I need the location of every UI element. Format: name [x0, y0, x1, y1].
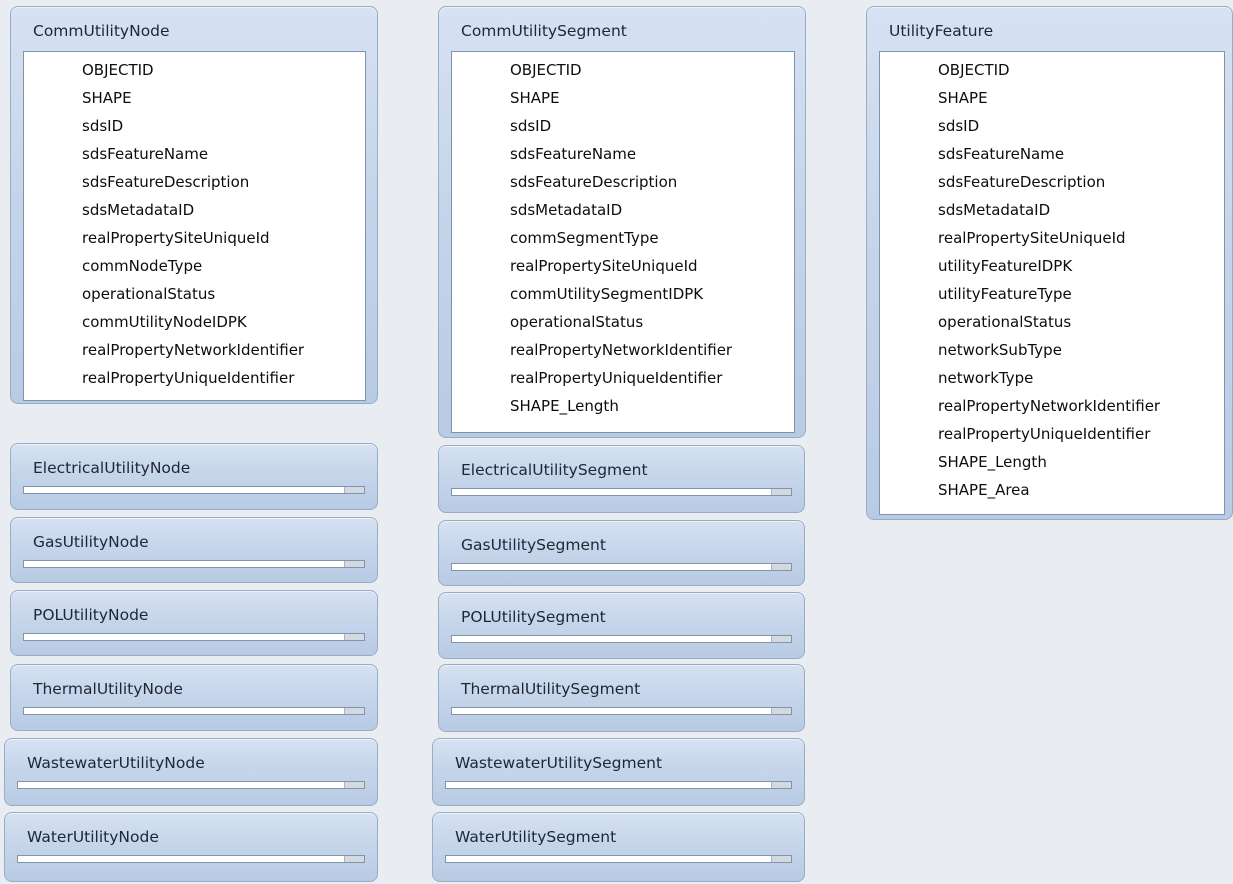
table-title: POLUtilitySegment [461, 608, 606, 626]
field-item[interactable]: utilityFeatureType [880, 280, 1224, 308]
field-item[interactable]: operationalStatus [24, 280, 365, 308]
field-item[interactable]: realPropertySiteUniqueId [880, 224, 1224, 252]
field-item[interactable]: commNodeType [24, 252, 365, 280]
table-title: GasUtilityNode [33, 533, 149, 551]
scroll-grip[interactable] [771, 708, 791, 714]
collapsed-field-strip[interactable] [23, 633, 365, 641]
table-box-collapsed[interactable]: ElectricalUtilitySegment [438, 445, 805, 513]
field-item[interactable]: sdsID [24, 112, 365, 140]
table-box-collapsed[interactable]: WaterUtilitySegment [432, 812, 805, 882]
scroll-grip[interactable] [771, 489, 791, 495]
table-box-collapsed[interactable]: WaterUtilityNode [4, 812, 378, 882]
field-item[interactable]: networkType [880, 364, 1224, 392]
table-title: CommUtilitySegment [461, 22, 627, 40]
collapsed-field-strip[interactable] [17, 781, 365, 789]
field-item[interactable]: sdsMetadataID [24, 196, 365, 224]
scroll-grip[interactable] [344, 708, 364, 714]
field-item[interactable]: operationalStatus [880, 308, 1224, 336]
table-box-collapsed[interactable]: WastewaterUtilityNode [4, 738, 378, 806]
scroll-grip[interactable] [344, 782, 364, 788]
field-item[interactable]: realPropertyUniqueIdentifier [24, 364, 365, 392]
scroll-grip[interactable] [344, 487, 364, 493]
field-item[interactable]: sdsFeatureDescription [452, 168, 794, 196]
table-title: POLUtilityNode [33, 606, 149, 624]
table-box-collapsed[interactable]: WastewaterUtilitySegment [432, 738, 805, 806]
table-box-collapsed[interactable]: POLUtilitySegment [438, 592, 805, 659]
field-item[interactable]: sdsMetadataID [452, 196, 794, 224]
field-item[interactable]: commUtilityNodeIDPK [24, 308, 365, 336]
field-item[interactable]: OBJECTID [452, 56, 794, 84]
field-item[interactable]: OBJECTID [880, 56, 1224, 84]
collapsed-field-strip[interactable] [23, 707, 365, 715]
field-item[interactable]: sdsMetadataID [880, 196, 1224, 224]
field-item[interactable]: sdsFeatureName [452, 140, 794, 168]
table-box-collapsed[interactable]: ThermalUtilityNode [10, 664, 378, 731]
field-item[interactable]: operationalStatus [452, 308, 794, 336]
scroll-grip[interactable] [771, 564, 791, 570]
table-box-utility-feature[interactable]: UtilityFeature OBJECTID SHAPE sdsID sdsF… [866, 6, 1233, 520]
collapsed-field-strip[interactable] [451, 707, 792, 715]
collapsed-field-strip[interactable] [445, 781, 792, 789]
field-item[interactable]: realPropertyNetworkIdentifier [880, 392, 1224, 420]
field-list[interactable]: OBJECTID SHAPE sdsID sdsFeatureName sdsF… [23, 51, 366, 401]
collapsed-field-strip[interactable] [445, 855, 792, 863]
field-item[interactable]: realPropertyNetworkIdentifier [24, 336, 365, 364]
table-title: CommUtilityNode [33, 22, 170, 40]
field-list[interactable]: OBJECTID SHAPE sdsID sdsFeatureName sdsF… [451, 51, 795, 433]
table-box-collapsed[interactable]: ElectricalUtilityNode [10, 443, 378, 510]
field-item[interactable]: realPropertySiteUniqueId [452, 252, 794, 280]
collapsed-field-strip[interactable] [23, 486, 365, 494]
collapsed-field-strip[interactable] [23, 560, 365, 568]
field-item[interactable]: realPropertySiteUniqueId [24, 224, 365, 252]
field-item[interactable]: SHAPE_Length [452, 392, 794, 420]
table-title: WastewaterUtilityNode [27, 754, 205, 772]
field-item[interactable]: realPropertyUniqueIdentifier [880, 420, 1224, 448]
table-title: ThermalUtilitySegment [461, 680, 641, 698]
table-title: ElectricalUtilityNode [33, 459, 191, 477]
collapsed-field-strip[interactable] [451, 563, 792, 571]
scroll-grip[interactable] [344, 856, 364, 862]
table-title: UtilityFeature [889, 22, 994, 40]
field-item[interactable]: SHAPE [24, 84, 365, 112]
field-item[interactable]: commSegmentType [452, 224, 794, 252]
field-item[interactable]: OBJECTID [24, 56, 365, 84]
field-item[interactable]: sdsFeatureDescription [24, 168, 365, 196]
table-box-comm-utility-node[interactable]: CommUtilityNode OBJECTID SHAPE sdsID sds… [10, 6, 378, 404]
field-item[interactable]: SHAPE [880, 84, 1224, 112]
table-box-collapsed[interactable]: ThermalUtilitySegment [438, 664, 805, 732]
field-item[interactable]: sdsFeatureDescription [880, 168, 1224, 196]
field-list[interactable]: OBJECTID SHAPE sdsID sdsFeatureName sdsF… [879, 51, 1225, 515]
table-title: WaterUtilitySegment [455, 828, 617, 846]
field-item[interactable]: sdsID [452, 112, 794, 140]
field-item[interactable]: SHAPE [452, 84, 794, 112]
field-item[interactable]: sdsFeatureName [24, 140, 365, 168]
table-title: WastewaterUtilitySegment [455, 754, 663, 772]
table-title: ElectricalUtilitySegment [461, 461, 648, 479]
scroll-grip[interactable] [344, 634, 364, 640]
table-title: ThermalUtilityNode [33, 680, 183, 698]
table-box-collapsed[interactable]: POLUtilityNode [10, 590, 378, 656]
collapsed-field-strip[interactable] [17, 855, 365, 863]
field-item[interactable]: sdsFeatureName [880, 140, 1224, 168]
table-box-comm-utility-segment[interactable]: CommUtilitySegment OBJECTID SHAPE sdsID … [438, 6, 806, 438]
field-item[interactable]: sdsID [880, 112, 1224, 140]
field-item[interactable]: SHAPE_Length [880, 448, 1224, 476]
field-item[interactable]: realPropertyUniqueIdentifier [452, 364, 794, 392]
field-item[interactable]: realPropertyNetworkIdentifier [452, 336, 794, 364]
table-title: WaterUtilityNode [27, 828, 159, 846]
field-item[interactable]: networkSubType [880, 336, 1224, 364]
field-item[interactable]: SHAPE_Area [880, 476, 1224, 504]
scroll-grip[interactable] [344, 561, 364, 567]
scroll-grip[interactable] [771, 636, 791, 642]
table-box-collapsed[interactable]: GasUtilityNode [10, 517, 378, 583]
scroll-grip[interactable] [771, 856, 791, 862]
table-box-collapsed[interactable]: GasUtilitySegment [438, 520, 805, 586]
table-title: GasUtilitySegment [461, 536, 606, 554]
field-item[interactable]: utilityFeatureIDPK [880, 252, 1224, 280]
scroll-grip[interactable] [771, 782, 791, 788]
collapsed-field-strip[interactable] [451, 488, 792, 496]
field-item[interactable]: commUtilitySegmentIDPK [452, 280, 794, 308]
collapsed-field-strip[interactable] [451, 635, 792, 643]
